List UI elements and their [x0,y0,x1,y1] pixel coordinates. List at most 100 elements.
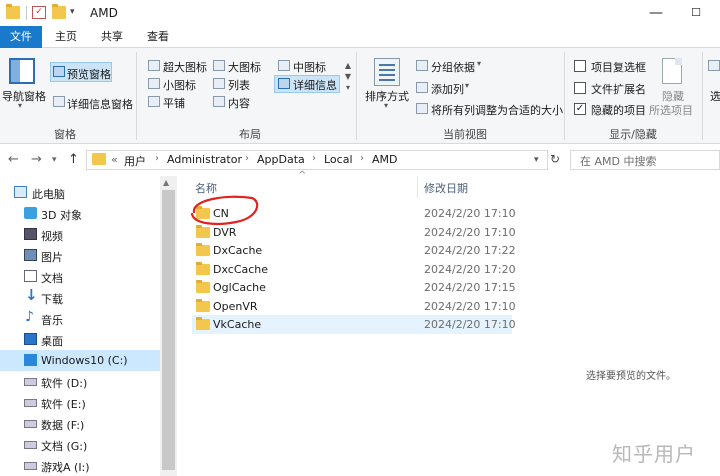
back-arrow-icon[interactable]: ← [8,152,19,167]
group-label-show-hide: 显示/隐藏 [609,128,657,141]
layout-small-icons[interactable]: 小图标 [163,77,196,93]
nav-item[interactable]: Windows10 (C:) [0,350,160,371]
layout-medium-icons[interactable]: 中图标 [293,59,326,75]
column-header-date[interactable]: 修改日期 [424,180,468,196]
group-by-button[interactable]: 分组依据 [431,59,475,75]
size-all-columns-button[interactable]: 将所有列调整为合适的大小 [431,102,563,118]
red-annotation-circle [190,195,259,225]
nav-item[interactable]: 音乐 [0,308,160,329]
scroll-up-icon[interactable]: ▲ [163,178,169,187]
maximize-button[interactable]: ☐ [676,2,716,24]
add-column-button[interactable]: 添加列 [431,81,464,97]
group-by-icon [416,60,428,71]
file-row[interactable]: OpenVR 2024/2/20 17:10 [192,297,516,316]
properties-icon[interactable]: ✓ [32,6,46,19]
nav-item[interactable]: 视频 [0,224,160,245]
minimize-button[interactable]: — [636,2,676,24]
hidden-items-checkbox[interactable]: ✓ [574,103,586,115]
layout-tiles[interactable]: 平铺 [163,95,185,111]
sort-by-icon[interactable] [374,58,400,86]
fit-columns-icon [416,103,428,114]
chevron-down-icon: ▾ [18,101,23,110]
chevron-right-icon[interactable]: › [155,153,159,164]
file-name: DxcCache [213,262,269,276]
breadcrumb-administrator[interactable]: Administrator [167,153,242,166]
tab-share[interactable]: 共享 [92,26,132,48]
file-name: OglCache [213,281,266,294]
chevron-down-icon[interactable]: ▾ [534,155,539,165]
layout-list[interactable]: 列表 [228,77,250,93]
nav-item[interactable]: 图片 [0,245,160,266]
separator [136,52,137,140]
extra-large-icons-icon [148,60,160,71]
nav-item[interactable]: 文档 [0,266,160,287]
scrollbar-thumb[interactable] [162,190,175,470]
chevron-right-icon[interactable]: › [312,153,316,164]
nav-item[interactable]: 软件 (E:) [0,392,160,413]
chevron-right-icon[interactable]: › [360,153,364,164]
details-pane-icon [53,96,65,107]
windows-drive-icon [24,354,37,366]
nav-item[interactable]: 此电脑 [0,182,160,203]
file-row[interactable]: VkCache 2024/2/20 17:10 [192,315,516,334]
nav-item[interactable]: 软件 (D:) [0,371,160,392]
computer-icon [14,186,27,198]
file-extensions-checkbox[interactable] [574,82,586,94]
breadcrumb-overflow[interactable]: « [111,153,118,166]
chevron-right-icon[interactable]: › [245,153,249,164]
layout-content[interactable]: 内容 [228,95,250,111]
refresh-icon[interactable]: ↻ [550,152,560,166]
layout-scroll-arrows[interactable]: ▲ ▼ ▾ [343,60,353,93]
nav-item-label: 桌面 [41,335,63,348]
nav-item-label: 音乐 [41,314,63,327]
breadcrumb-appdata[interactable]: AppData [257,153,305,166]
nav-item-label: 视频 [41,230,63,243]
recent-locations-icon[interactable]: ▾ [52,155,57,165]
nav-item[interactable]: 数据 (F:) [0,413,160,434]
folder-icon [196,243,210,256]
pictures-icon [24,249,37,261]
breadcrumb-amd[interactable]: AMD [372,153,398,166]
nav-item[interactable]: 桌面 [0,329,160,350]
column-divider[interactable] [417,176,418,198]
nav-item[interactable]: 游戏A (I:) [0,455,160,476]
tab-home[interactable]: 主页 [46,26,86,48]
customize-toolbar-icon[interactable]: ▾ [70,7,75,17]
item-checkboxes-checkbox[interactable] [574,60,586,72]
tab-view[interactable]: 查看 [138,26,178,48]
folder-icon [196,261,210,275]
new-folder-icon[interactable] [52,4,66,19]
up-arrow-icon[interactable]: ↑ [68,152,79,167]
breadcrumb-users[interactable]: 用户 [124,153,146,169]
navigation-pane-button[interactable]: 导航窗格 [2,88,46,104]
navigation-pane-icon[interactable] [9,58,35,84]
file-row[interactable]: OglCache 2024/2/20 17:15 [192,278,516,297]
options-icon[interactable] [708,60,720,71]
nav-item[interactable]: 文档 (G:) [0,434,160,455]
layout-details[interactable]: 详细信息 [293,77,337,93]
file-row[interactable]: DxcCache 2024/2/20 17:20 [192,260,516,279]
hide-selected-label-2: 所选项目 [649,104,693,117]
preview-pane-button[interactable]: 预览窗格 [67,66,111,82]
nav-item-label: 软件 (D:) [41,377,88,390]
tab-file[interactable]: 文件 [0,26,42,48]
nav-item[interactable]: 下载 [0,286,160,308]
group-label-current-view: 当前视图 [443,128,487,141]
navigation-pane: 此电脑 3D 对象视频图片文档下载音乐桌面 Windows10 (C:) 软件 (D:… [0,176,160,476]
nav-item[interactable]: 3D 对象 [0,203,160,224]
options-button[interactable]: 选 [710,88,720,104]
file-date: 2024/2/20 17:15 [424,281,516,294]
layout-large-icons[interactable]: 大图标 [228,59,261,75]
preview-pane-message: 选择要预览的文件。 [586,371,676,382]
breadcrumb-local[interactable]: Local [324,153,353,166]
file-date: 2024/2/20 17:10 [424,299,516,313]
details-pane-button[interactable]: 详细信息窗格 [67,96,133,112]
list-icon [213,78,225,89]
details-icon [278,78,290,89]
file-row[interactable]: DxCache 2024/2/20 17:22 [192,241,516,260]
separator [702,52,703,140]
nav-item-label: 游戏A (I:) [41,461,90,474]
hide-selected-icon[interactable] [662,58,682,84]
forward-arrow-icon[interactable]: → [31,152,42,167]
layout-extra-large-icons[interactable]: 超大图标 [163,59,207,75]
